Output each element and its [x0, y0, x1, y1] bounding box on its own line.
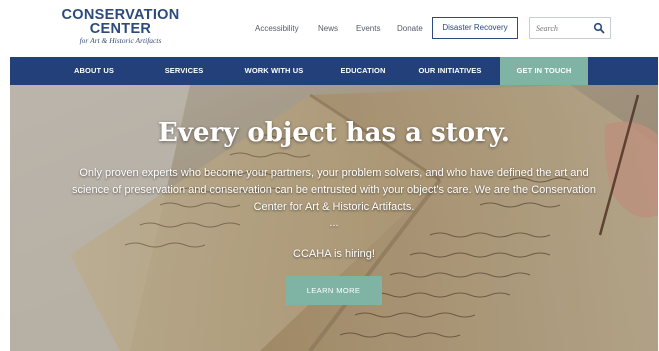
hero-description: Only proven experts who become your part… [71, 167, 597, 213]
hero-title: Every object has a story. [158, 118, 510, 148]
main-nav: ABOUT US SERVICES WORK WITH US EDUCATION… [10, 57, 658, 85]
search-box [529, 17, 611, 39]
site-header: CONSERVATION CENTER for Art & Historic A… [0, 0, 659, 57]
search-icon[interactable] [593, 22, 605, 34]
nav-item-education[interactable]: EDUCATION [328, 57, 398, 85]
site-logo[interactable]: CONSERVATION CENTER for Art & Historic A… [58, 8, 183, 46]
logo-tagline: for Art & Historic Artifacts [79, 36, 162, 45]
nav-item-about-us[interactable]: ABOUT US [58, 57, 130, 85]
accessibility-link[interactable]: Accessibility [255, 24, 299, 33]
nav-item-work-with-us[interactable]: WORK WITH US [234, 57, 314, 85]
learn-more-button[interactable]: LEARN MORE [285, 276, 382, 305]
nav-item-our-initiatives[interactable]: OUR INITIATIVES [406, 57, 494, 85]
hero-separator: ... [329, 217, 339, 229]
hiring-announcement: CCAHA is hiring! [293, 248, 375, 260]
events-link[interactable]: Events [356, 24, 380, 33]
hero-banner: Every object has a story. Only proven ex… [10, 85, 658, 351]
donate-link[interactable]: Donate [397, 24, 423, 33]
logo-title-line2: CENTER [89, 21, 152, 37]
logo-title-line1: CONSERVATION [61, 7, 180, 23]
news-link[interactable]: News [318, 24, 338, 33]
disaster-recovery-button[interactable]: Disaster Recovery [432, 17, 518, 39]
nav-item-get-in-touch[interactable]: GET IN TOUCH [500, 57, 588, 85]
nav-item-services[interactable]: SERVICES [146, 57, 222, 85]
search-input[interactable] [536, 21, 592, 35]
